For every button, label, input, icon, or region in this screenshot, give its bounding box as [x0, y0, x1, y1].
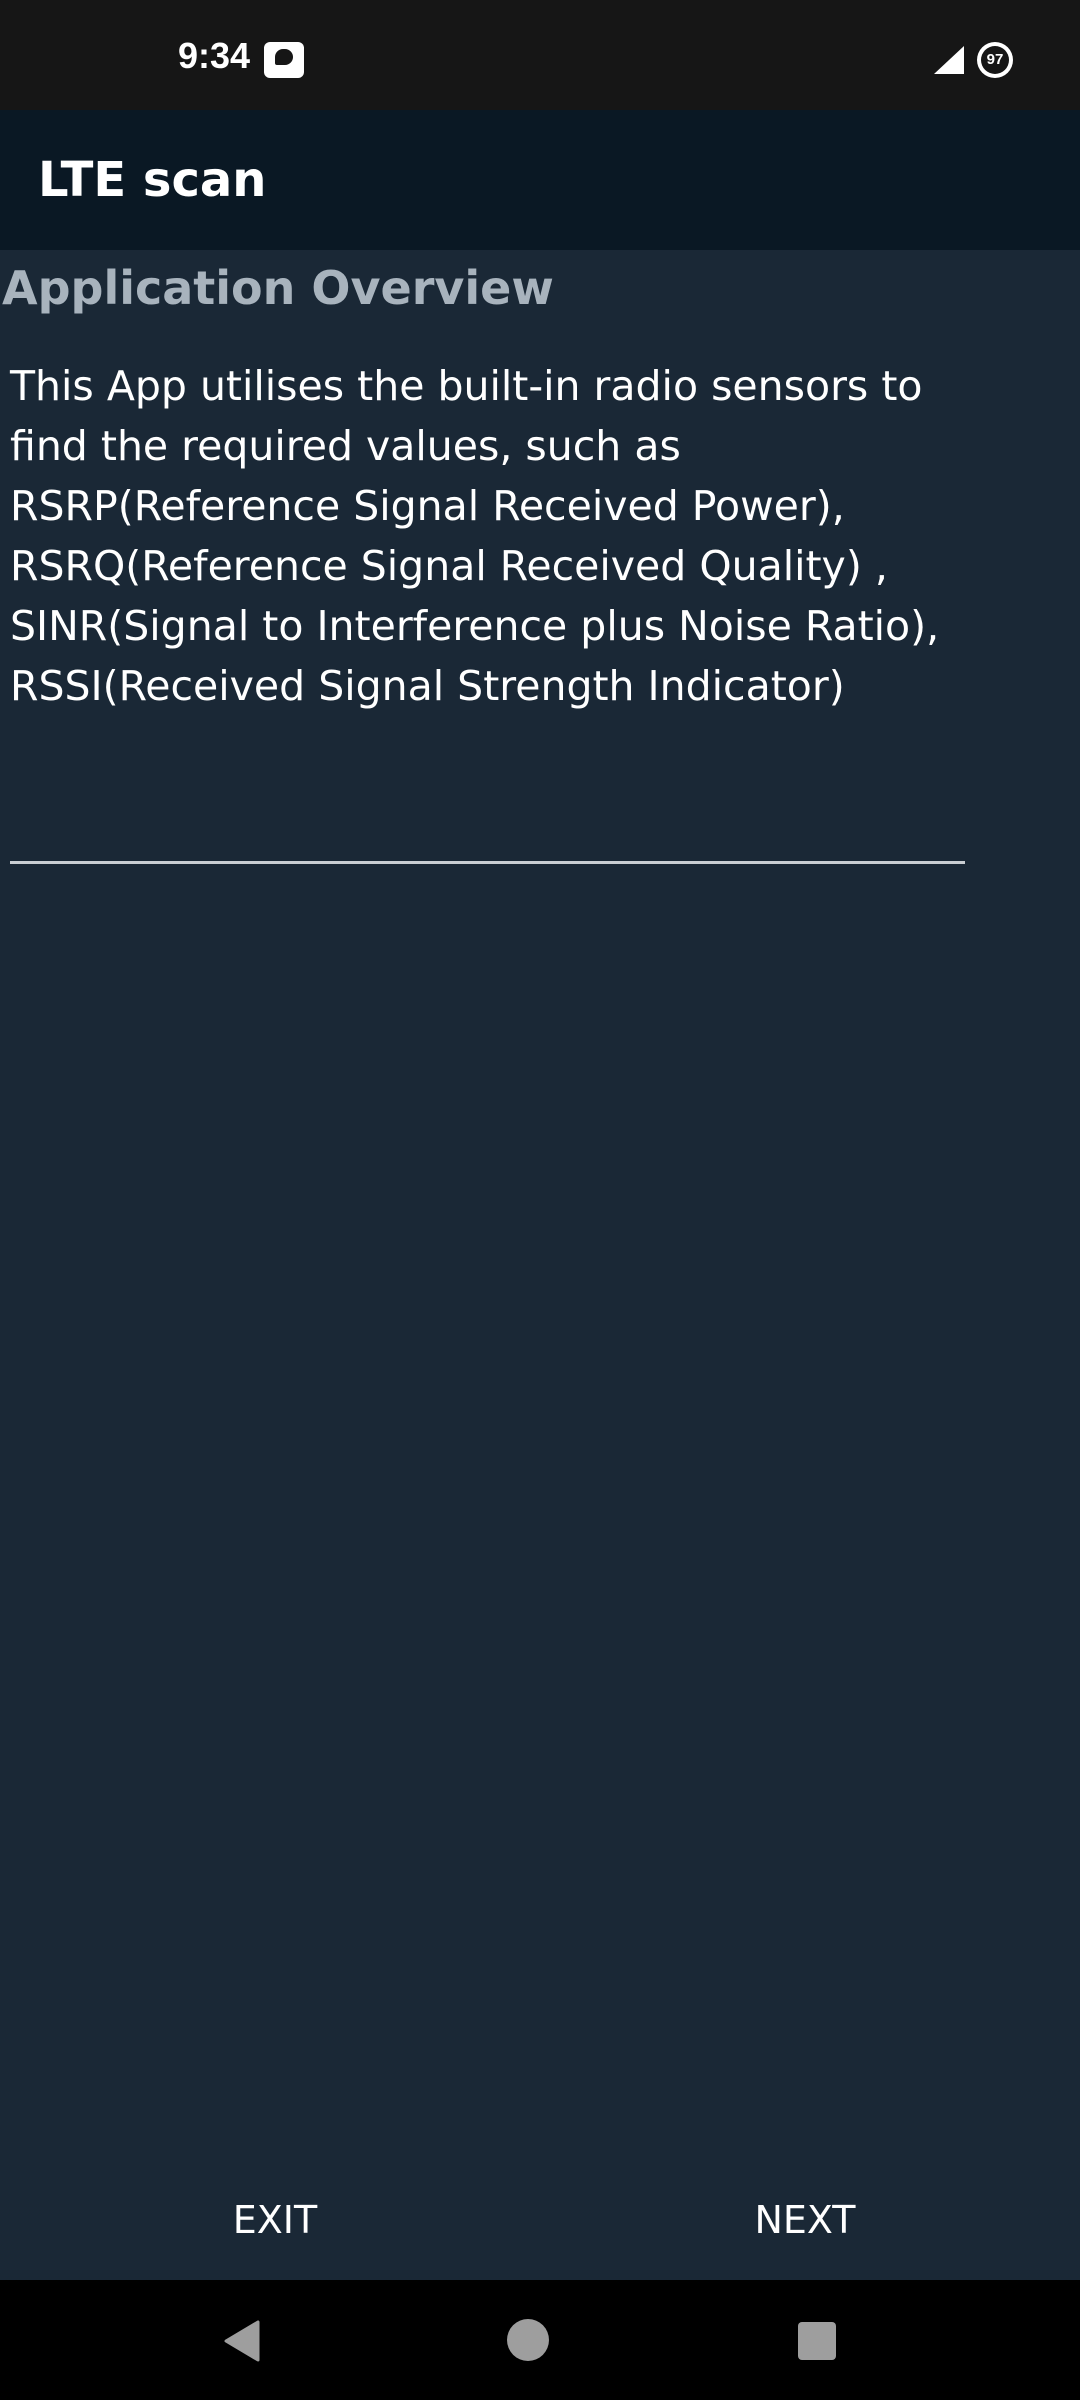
signal-icon: [934, 46, 964, 74]
divider: [10, 861, 965, 864]
battery-icon: 97: [977, 42, 1013, 78]
back-icon[interactable]: [222, 2320, 262, 2362]
overview-content: Application Overview This App utilises t…: [0, 250, 1080, 2280]
exit-button[interactable]: EXIT: [150, 2170, 400, 2270]
status-time: 9:34: [178, 35, 251, 76]
notification-app-icon: [264, 42, 304, 78]
next-button[interactable]: NEXT: [680, 2170, 930, 2270]
home-icon[interactable]: [507, 2319, 549, 2361]
battery-level: 97: [981, 46, 1009, 74]
recents-icon[interactable]: [798, 2322, 836, 2360]
status-bar: 9:34 97: [0, 0, 1080, 110]
app-bar: LTE scan: [0, 110, 1080, 250]
app-title: LTE scan: [38, 152, 267, 208]
overview-text: This App utilises the built-in radio sen…: [10, 362, 940, 710]
navigation-bar: [0, 2280, 1080, 2400]
section-heading: Application Overview: [2, 261, 554, 315]
